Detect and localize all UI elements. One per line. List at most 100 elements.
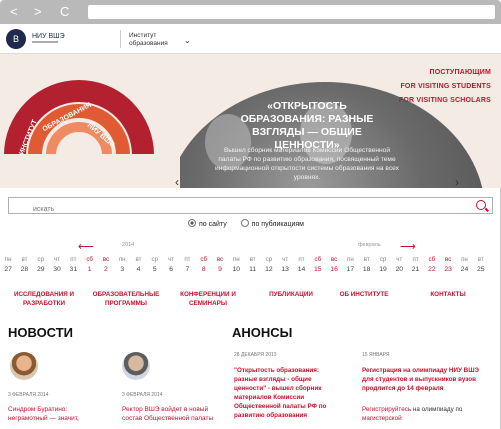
calendar-day[interactable]: 4 — [130, 266, 146, 273]
calendar-day[interactable]: 14 — [293, 266, 309, 273]
calendar-day[interactable]: 13 — [277, 266, 293, 273]
announcement-link[interactable]: Регистрируйтесь — [362, 406, 411, 413]
calendar-day[interactable]: 2 — [98, 266, 114, 273]
hse-logo-icon[interactable]: В — [6, 29, 26, 49]
announcement-link[interactable]: магистерской — [362, 415, 402, 422]
calendar-weekday: пт — [412, 256, 419, 263]
calendar-weekday: пт — [184, 256, 191, 263]
calendar-day[interactable]: 19 — [375, 266, 391, 273]
calendar-day[interactable]: 9 — [212, 266, 228, 273]
calendar-weekday: вт — [21, 256, 28, 263]
calendar-day[interactable]: 28 — [16, 266, 32, 273]
calendar-weekday: пн — [4, 256, 12, 263]
news-title[interactable]: Синдром Буратино: неграмотный — значит, — [8, 405, 108, 423]
radio-publications[interactable]: по публикациям — [240, 219, 304, 228]
search-scope: по сайту по публикациям — [188, 219, 316, 228]
calendar-day[interactable]: 24 — [456, 266, 472, 273]
calendar-weekday: ср — [37, 256, 45, 263]
menu-item-research[interactable]: ИССЛЕДОВАНИЯ И РАЗРАБОТКИ — [8, 290, 80, 308]
search-input[interactable] — [9, 202, 449, 217]
calendar-day[interactable]: 22 — [424, 266, 440, 273]
calendar-day[interactable]: 25 — [473, 266, 489, 273]
calendar-weekday: чт — [396, 256, 403, 263]
menu-item-publications[interactable]: ПУБЛИКАЦИИ — [258, 290, 324, 299]
menu-item-contacts[interactable]: КОНТАКТЫ — [418, 290, 478, 299]
hero-banner: ИНСТИТУТ ОБРАЗОВАНИЯ НИУ ВШЭ «ОТКРЫТОСТЬ… — [0, 54, 501, 188]
calendar-day[interactable]: 15 — [310, 266, 326, 273]
quick-link[interactable]: FOR VISITING STUDENTS — [399, 80, 491, 94]
radio-unchecked-icon — [240, 219, 249, 227]
calendar-weekday: пт — [70, 256, 77, 263]
address-bar[interactable] — [88, 5, 495, 19]
quick-links: ПОСТУПАЮЩИМ FOR VISITING STUDENTS FOR VI… — [399, 66, 491, 108]
calendar-day[interactable]: 21 — [407, 266, 423, 273]
calendar-day[interactable]: 6 — [163, 266, 179, 273]
search-icon[interactable] — [476, 200, 486, 210]
calendar-day[interactable]: 7 — [179, 266, 195, 273]
menu-item-conferences[interactable]: КОНФЕРЕНЦИИ И СЕМИНАРЫ — [172, 290, 244, 308]
news-date: 3 ФЕВРАЛЯ 2014 — [8, 392, 49, 398]
header-divider — [120, 30, 121, 48]
browser-toolbar: < > C — [0, 0, 501, 24]
calendar-weekday: пн — [232, 256, 240, 263]
calendar-day[interactable]: 10 — [228, 266, 244, 273]
chevron-down-icon[interactable]: ⌄ — [184, 36, 191, 45]
calendar-weekday: ср — [151, 256, 159, 263]
carousel-next-icon[interactable]: › — [455, 175, 459, 188]
calendar-day[interactable]: 27 — [0, 266, 16, 273]
forward-icon[interactable]: > — [34, 4, 42, 20]
menu-item-programs[interactable]: ОБРАЗОВАТЕЛЬНЫЕ ПРОГРАММЫ — [90, 290, 162, 308]
news-thumbnail[interactable] — [10, 352, 38, 380]
calendar-day[interactable]: 20 — [391, 266, 407, 273]
hero-description: Вышел сборник материалов Комиссии Общест… — [215, 147, 399, 181]
calendar-weekday: вс — [330, 256, 338, 263]
announcement-text-part: на олимпиаду по — [411, 406, 463, 413]
calendar-weekday: пн — [118, 256, 126, 263]
carousel-prev-icon[interactable]: ‹ — [175, 175, 179, 188]
brand-underline — [32, 41, 58, 43]
search-box — [8, 197, 493, 217]
calendar-next-icon[interactable]: ⟶ — [400, 240, 416, 253]
reload-icon[interactable]: C — [60, 4, 69, 20]
news-title[interactable]: Ректор ВШЭ войдет в новый состав Обществ… — [122, 405, 227, 423]
calendar-day[interactable]: 31 — [65, 266, 81, 273]
calendar-day[interactable]: 1 — [81, 266, 97, 273]
calendar-weekday: пн — [461, 256, 468, 263]
quick-link[interactable]: ПОСТУПАЮЩИМ — [399, 66, 491, 80]
quick-link[interactable]: FOR VISITING SCHOLARS — [399, 94, 491, 108]
calendar-day[interactable]: 23 — [440, 266, 456, 273]
calendar-day[interactable]: 5 — [147, 266, 163, 273]
announcements-heading: АНОНСЫ — [232, 325, 293, 340]
calendar-day[interactable]: 11 — [244, 266, 260, 273]
calendar-day[interactable]: 17 — [342, 266, 358, 273]
calendar-day[interactable]: 12 — [261, 266, 277, 273]
calendar-day[interactable]: 16 — [326, 266, 342, 273]
calendar-weekday: пт — [298, 256, 305, 263]
menu-item-about[interactable]: ОБ ИНСТИТУТЕ — [334, 290, 394, 299]
hero-title[interactable]: «ОТКРЫТОСТЬ ОБРАЗОВАНИЯ: РАЗНЫЕ ВЗГЛЯДЫ … — [224, 100, 390, 152]
announcement-text: Регистрируйтесь на олимпиаду по магистер… — [362, 405, 482, 423]
brand-name[interactable]: НИУ ВШЭ — [32, 33, 65, 40]
calendar-day[interactable]: 29 — [33, 266, 49, 273]
calendar-weekday: ср — [379, 256, 387, 263]
calendar-day[interactable]: 8 — [196, 266, 212, 273]
news-thumbnail[interactable] — [122, 352, 150, 380]
calendar-day[interactable]: 18 — [359, 266, 375, 273]
calendar-weekday: вт — [135, 256, 142, 263]
news-date: 3 ФЕВРАЛЯ 2014 — [122, 392, 163, 398]
calendar-year: 2014 — [122, 242, 135, 248]
announcement-title[interactable]: "Открытость образования: разные взгляды … — [234, 366, 344, 420]
news-heading: НОВОСТИ — [8, 325, 74, 340]
calendar-day[interactable]: 30 — [49, 266, 65, 273]
radio-site[interactable]: по сайту — [188, 219, 227, 228]
announcement-date: 28 ДЕКАБРЯ 2013 — [234, 352, 277, 358]
calendar-day[interactable]: 3 — [114, 266, 130, 273]
calendar-weekday: вт — [249, 256, 256, 263]
back-icon[interactable]: < — [10, 4, 18, 20]
calendar-weekday: чт — [282, 256, 289, 263]
calendar-prev-icon[interactable]: ⟵ — [78, 240, 94, 253]
announcement-title[interactable]: Регистрация на олимпиаду НИУ ВШЭ для сту… — [362, 366, 482, 393]
calendar-days: 27 28 29 30 31 1 2 3 4 5 6 7 8 9 10 11 12 13 14 15 16 17 18 19 2… — [0, 266, 501, 273]
calendar-month: февраль — [358, 242, 381, 248]
institute-selector[interactable]: Институт образования — [129, 32, 189, 48]
